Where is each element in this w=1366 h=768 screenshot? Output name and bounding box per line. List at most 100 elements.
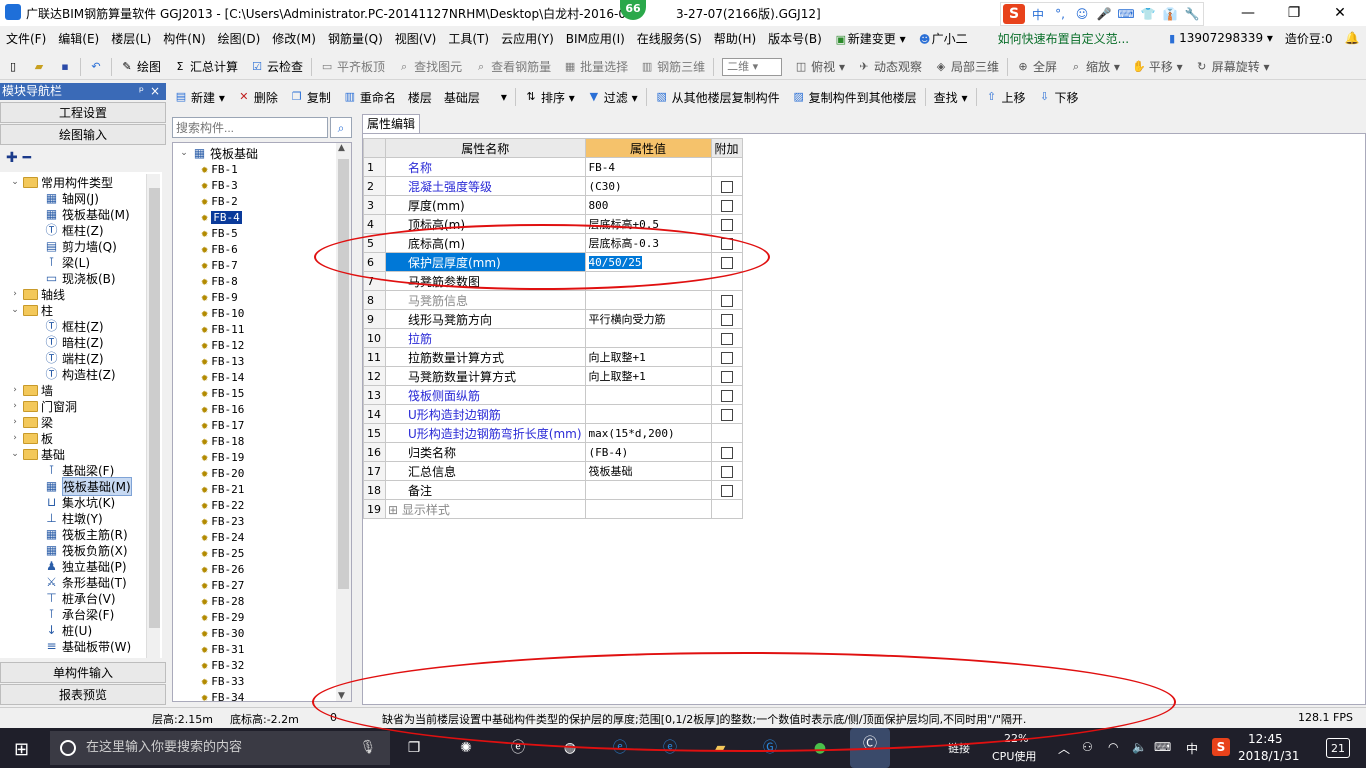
expand-icon[interactable]: › bbox=[10, 385, 20, 395]
property-row[interactable]: 11 拉筋数量计算方式 向上取整+1 bbox=[363, 347, 743, 367]
property-add-checkbox[interactable] bbox=[720, 294, 733, 307]
property-value-cell[interactable] bbox=[584, 499, 712, 519]
property-row[interactable]: 10 拉筋 bbox=[363, 328, 743, 348]
tree-scrollbar[interactable] bbox=[146, 174, 160, 658]
ime-lang-icon[interactable]: 中 bbox=[1029, 6, 1047, 23]
component-list-item[interactable]: ✹ FB-32 bbox=[201, 657, 244, 673]
minimize-button[interactable]: — bbox=[1228, 3, 1268, 23]
property-row[interactable]: 15 U形构造封边钢筋弯折长度(mm) max(15*d,200) bbox=[363, 423, 743, 443]
property-add-checkbox[interactable] bbox=[720, 199, 733, 212]
move-down-button[interactable]: ⇩ 下移 bbox=[1032, 89, 1085, 106]
new-component-button[interactable]: ▤ 新建 ▾ bbox=[168, 89, 231, 106]
menu-version[interactable]: 版本号(B) bbox=[762, 30, 828, 47]
menu-cloud[interactable]: 云应用(Y) bbox=[495, 30, 560, 47]
tb-zoom-button[interactable]: ⌕ 缩放 ▾ bbox=[1063, 58, 1126, 75]
tb-flat-top-button[interactable]: ▭ 平齐板顶 bbox=[314, 58, 391, 75]
menu-floor[interactable]: 楼层(L) bbox=[105, 30, 157, 47]
restore-button[interactable]: ❐ bbox=[1274, 3, 1314, 23]
tree-item[interactable]: ▦ 筏板负筋(X) bbox=[44, 542, 128, 558]
copy-from-floor-button[interactable]: ▧ 从其他楼层复制构件 bbox=[649, 89, 786, 106]
property-name-cell[interactable]: 线形马凳筋方向 bbox=[385, 309, 586, 329]
ime-keyboard-icon[interactable]: ⌨ bbox=[1117, 7, 1135, 21]
view-mode-select[interactable]: 二维 ▾ bbox=[716, 57, 788, 76]
ime-punct-icon[interactable]: °, bbox=[1051, 7, 1069, 21]
pin-icon[interactable]: ᵖ bbox=[139, 83, 144, 100]
network-icon[interactable]: ◠ bbox=[1108, 740, 1118, 754]
filter-button[interactable]: ▼ 过滤 ▾ bbox=[581, 89, 644, 106]
tree-item[interactable]: › 梁 bbox=[10, 414, 53, 430]
rename-component-button[interactable]: ▥ 重命名 bbox=[337, 89, 402, 106]
component-list-item[interactable]: ✹ FB-4 bbox=[201, 209, 242, 225]
property-value-cell[interactable] bbox=[584, 328, 712, 348]
component-list-item[interactable]: ✹ FB-16 bbox=[201, 401, 244, 417]
property-name-cell[interactable]: 拉筋 bbox=[385, 328, 586, 348]
find-button[interactable]: 查找 ▾ bbox=[928, 89, 974, 106]
close-button[interactable]: ✕ bbox=[1320, 3, 1360, 23]
help-hint-link[interactable]: 如何快速布置自定义范... bbox=[992, 30, 1135, 47]
tree-item[interactable]: Ⓣ 框柱(Z) bbox=[44, 318, 103, 334]
tb-cloud-check-button[interactable]: ☑ 云检查 bbox=[244, 58, 309, 75]
tree-item[interactable]: › 门窗洞 bbox=[10, 398, 77, 414]
expand-icon[interactable]: › bbox=[10, 433, 20, 443]
component-list-item[interactable]: ✹ FB-19 bbox=[201, 449, 244, 465]
ime-voice-icon[interactable]: 🎤 bbox=[1095, 7, 1113, 21]
property-add-checkbox[interactable] bbox=[720, 332, 733, 345]
component-list-item[interactable]: ✹ FB-33 bbox=[201, 673, 244, 689]
component-list-item[interactable]: ✹ FB-20 bbox=[201, 465, 244, 481]
property-add-checkbox[interactable] bbox=[720, 180, 733, 193]
property-add-checkbox[interactable] bbox=[720, 370, 733, 383]
undo-button[interactable]: ↶ bbox=[83, 60, 109, 74]
sogou-tray-icon[interactable]: S bbox=[1212, 738, 1230, 756]
list-scrollbar[interactable]: ▲ ▼ bbox=[336, 143, 351, 701]
copy-component-button[interactable]: ❐ 复制 bbox=[284, 89, 337, 106]
tb-sum-button[interactable]: Σ 汇总计算 bbox=[167, 58, 244, 75]
component-list-root[interactable]: ⌄ ▦ 筏板基础 bbox=[179, 145, 258, 161]
tb-dynamic-view-button[interactable]: ✈ 动态观察 bbox=[851, 58, 928, 75]
component-list-item[interactable]: ✹ FB-29 bbox=[201, 609, 244, 625]
menu-modify[interactable]: 修改(M) bbox=[266, 30, 322, 47]
component-list-item[interactable]: ✹ FB-3 bbox=[201, 177, 238, 193]
property-row[interactable]: 18 备注 bbox=[363, 480, 743, 500]
menu-online[interactable]: 在线服务(S) bbox=[631, 30, 708, 47]
property-value-cell[interactable]: (FB-4) bbox=[584, 442, 712, 462]
delete-component-button[interactable]: ✕ 删除 bbox=[231, 89, 284, 106]
tree-item[interactable]: ⊤ 桩承台(V) bbox=[44, 590, 115, 606]
property-name-cell[interactable]: U形构造封边钢筋 bbox=[385, 404, 586, 424]
save-button[interactable]: ▪ bbox=[52, 60, 78, 74]
tb-fullscreen-button[interactable]: ⊕ 全屏 bbox=[1010, 58, 1063, 75]
property-value-cell[interactable]: 平行横向受力筋 bbox=[584, 309, 712, 329]
property-value-cell[interactable]: 800 bbox=[584, 195, 712, 215]
input-lang[interactable]: 中 bbox=[1186, 740, 1198, 757]
bell-icon[interactable]: 🔔 bbox=[1339, 31, 1366, 45]
property-value-cell[interactable]: FB-4 bbox=[584, 157, 712, 177]
list-scroll-thumb[interactable] bbox=[338, 159, 349, 589]
tree-item[interactable]: ▦ 筏板基础(M) bbox=[44, 206, 130, 222]
property-row[interactable]: 19 ⊞ 显示样式 bbox=[363, 499, 743, 519]
component-list-item[interactable]: ✹ FB-6 bbox=[201, 241, 238, 257]
tree-item[interactable]: ≡ 基础板带(W) bbox=[44, 638, 131, 654]
tree-item[interactable]: ⊺ 梁(L) bbox=[44, 254, 90, 270]
component-list-item[interactable]: ✹ FB-24 bbox=[201, 529, 244, 545]
collapse-icon[interactable]: ⌄ bbox=[179, 148, 189, 158]
ime-settings-icon[interactable]: 🔧 bbox=[1183, 7, 1201, 21]
component-list-item[interactable]: ✹ FB-17 bbox=[201, 417, 244, 433]
open-file-button[interactable]: ▰ bbox=[26, 60, 52, 74]
menu-draw[interactable]: 绘图(D) bbox=[212, 30, 267, 47]
tb-rotate-button[interactable]: ↻ 屏幕旋转 ▾ bbox=[1189, 58, 1276, 75]
tb-batch-select-button[interactable]: ▦ 批量选择 bbox=[557, 58, 634, 75]
component-list-item[interactable]: ✹ FB-8 bbox=[201, 273, 238, 289]
tree-item[interactable]: ↓ 桩(U) bbox=[44, 622, 92, 638]
tree-item[interactable]: › 板 bbox=[10, 430, 53, 446]
tree-item[interactable]: Ⓣ 框柱(Z) bbox=[44, 222, 103, 238]
component-list-item[interactable]: ✹ FB-26 bbox=[201, 561, 244, 577]
component-list-item[interactable]: ✹ FB-9 bbox=[201, 289, 238, 305]
tree-item[interactable]: Ⓣ 构造柱(Z) bbox=[44, 366, 115, 382]
property-value-cell[interactable] bbox=[584, 385, 712, 405]
tree-item[interactable]: ▦ 筏板主筋(R) bbox=[44, 526, 128, 542]
property-name-cell[interactable]: 马凳筋信息 bbox=[385, 290, 586, 310]
ime-skin-icon[interactable]: 👕 bbox=[1139, 7, 1157, 21]
tb-draw-button[interactable]: ✎ 绘图 bbox=[114, 58, 167, 75]
assistant-button[interactable]: ☻广小二 bbox=[912, 30, 974, 47]
report-preview-button[interactable]: 报表预览 bbox=[0, 684, 166, 705]
menu-tools[interactable]: 工具(T) bbox=[442, 30, 495, 47]
